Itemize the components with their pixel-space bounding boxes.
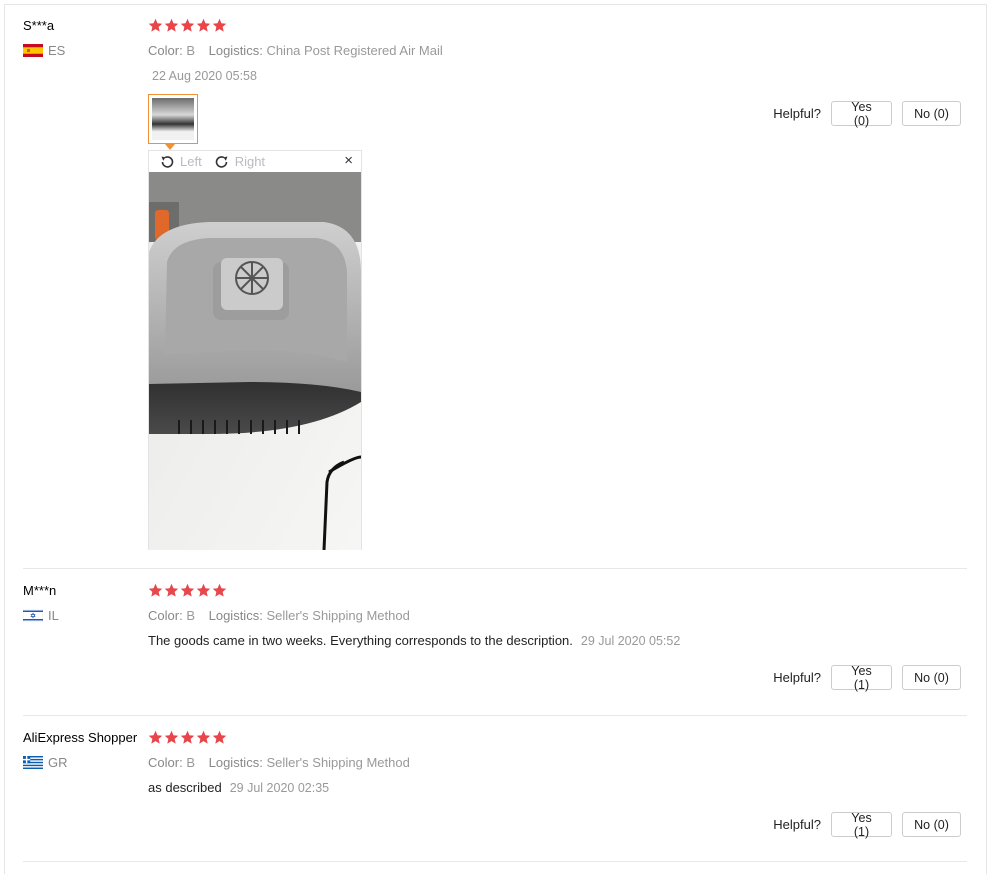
star-icon bbox=[180, 583, 195, 597]
helpful-yes-button[interactable]: Yes (1) bbox=[831, 811, 892, 839]
rotate-left-icon bbox=[161, 155, 174, 168]
review-attributes: Color: B Logistics: Seller's Shipping Me… bbox=[148, 608, 410, 623]
star-rating bbox=[148, 18, 228, 34]
review-date: 29 Jul 2020 05:52 bbox=[580, 634, 681, 648]
color-value: B bbox=[186, 43, 195, 58]
color-value: B bbox=[186, 755, 195, 770]
helpful-label: Helpful? bbox=[773, 670, 821, 685]
logistics-label: Logistics: bbox=[208, 755, 263, 770]
star-icon bbox=[212, 583, 227, 597]
helpful-votes: Helpful? Yes (0) No (0) bbox=[773, 100, 961, 128]
review-feedback: 22 Aug 2020 05:58 bbox=[148, 68, 257, 83]
star-icon bbox=[196, 730, 211, 744]
reviewer-country: ES bbox=[23, 43, 65, 58]
reviewer-country: IL bbox=[23, 608, 59, 623]
rotate-left-button[interactable]: Left bbox=[159, 154, 202, 170]
close-viewer-button[interactable]: × bbox=[344, 153, 353, 169]
review-divider bbox=[23, 568, 967, 569]
star-icon bbox=[164, 18, 179, 32]
logistics-value: Seller's Shipping Method bbox=[266, 755, 410, 770]
country-code: GR bbox=[48, 755, 68, 770]
feedback-text: The goods came in two weeks. Everything … bbox=[148, 633, 573, 648]
viewer-toolbar: Left Right × bbox=[149, 151, 361, 172]
israel-flag-icon bbox=[23, 609, 43, 622]
review-attributes: Color: B Logistics: Seller's Shipping Me… bbox=[148, 755, 410, 770]
review-divider bbox=[23, 861, 967, 862]
country-code: ES bbox=[48, 43, 66, 58]
star-icon bbox=[180, 730, 195, 744]
rotate-left-label: Left bbox=[180, 154, 202, 169]
color-label: Color: bbox=[148, 608, 183, 623]
star-rating bbox=[148, 583, 228, 599]
country-code: IL bbox=[48, 608, 59, 623]
review-feedback: as described 29 Jul 2020 02:35 bbox=[148, 780, 329, 795]
reviewer-name: S***a bbox=[23, 18, 55, 33]
helpful-yes-button[interactable]: Yes (1) bbox=[831, 664, 892, 692]
star-icon bbox=[148, 18, 163, 32]
review-feedback: The goods came in two weeks. Everything … bbox=[148, 633, 680, 648]
star-icon bbox=[212, 730, 227, 744]
star-icon bbox=[148, 730, 163, 744]
color-label: Color: bbox=[148, 43, 183, 58]
logistics-label: Logistics: bbox=[208, 43, 263, 58]
review-photo bbox=[149, 172, 361, 550]
star-icon bbox=[164, 583, 179, 597]
logistics-value: China Post Registered Air Mail bbox=[266, 43, 443, 58]
review-attributes: Color: B Logistics: China Post Registere… bbox=[148, 43, 443, 58]
reviewer-name: AliExpress Shopper bbox=[23, 730, 138, 745]
color-value: B bbox=[186, 608, 195, 623]
star-icon bbox=[164, 730, 179, 744]
star-icon bbox=[148, 583, 163, 597]
star-icon bbox=[212, 18, 227, 32]
helpful-votes: Helpful? Yes (1) No (0) bbox=[773, 664, 961, 692]
greece-flag-icon bbox=[23, 756, 43, 769]
star-icon bbox=[196, 583, 211, 597]
helpful-yes-button[interactable]: Yes (0) bbox=[831, 100, 892, 128]
reviewer-country: GR bbox=[23, 755, 68, 770]
star-rating bbox=[148, 730, 228, 746]
spain-flag-icon bbox=[23, 44, 43, 57]
star-icon bbox=[196, 18, 211, 32]
logistics-value: Seller's Shipping Method bbox=[266, 608, 410, 623]
helpful-no-button[interactable]: No (0) bbox=[902, 665, 961, 690]
helpful-no-button[interactable]: No (0) bbox=[902, 812, 961, 837]
review-date: 29 Jul 2020 02:35 bbox=[229, 781, 330, 795]
rotate-right-label: Right bbox=[234, 154, 266, 169]
helpful-votes: Helpful? Yes (1) No (0) bbox=[773, 811, 961, 839]
ashtray-photo bbox=[149, 172, 361, 550]
rotate-right-button[interactable]: Right bbox=[214, 154, 265, 170]
helpful-label: Helpful? bbox=[773, 817, 821, 832]
review-photo-thumbnail[interactable] bbox=[148, 94, 198, 144]
reviewer-name: M***n bbox=[23, 583, 57, 598]
star-icon bbox=[180, 18, 195, 32]
thumbnail-image bbox=[152, 98, 194, 140]
review-date: 22 Aug 2020 05:58 bbox=[152, 69, 257, 83]
helpful-label: Helpful? bbox=[773, 106, 821, 121]
review-divider bbox=[23, 715, 967, 716]
helpful-no-button[interactable]: No (0) bbox=[902, 101, 961, 126]
rotate-right-icon bbox=[215, 155, 228, 168]
logistics-label: Logistics: bbox=[208, 608, 263, 623]
color-label: Color: bbox=[148, 755, 183, 770]
feedback-text: as described bbox=[148, 780, 222, 795]
photo-viewer: Left Right × bbox=[148, 150, 362, 550]
